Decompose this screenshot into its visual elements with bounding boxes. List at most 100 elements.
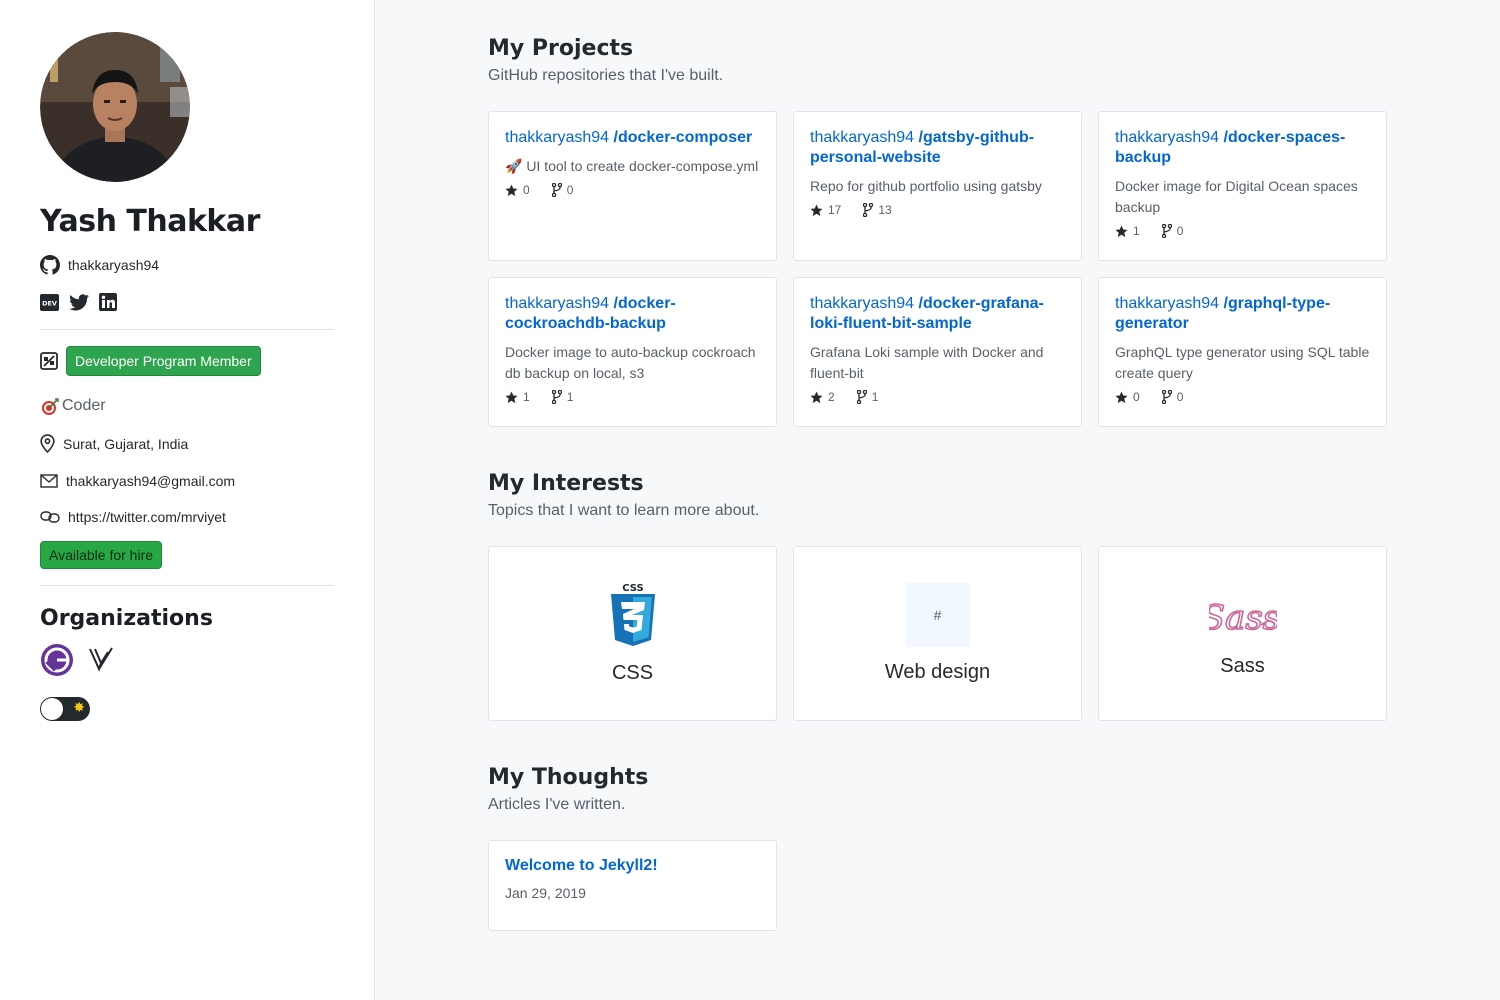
repo-meta: 0 0 <box>505 183 760 197</box>
twitter-icon[interactable] <box>69 293 89 311</box>
repo-title-link[interactable]: thakkaryash94 /docker-composer <box>505 128 760 148</box>
star-count: 1 <box>1133 224 1140 238</box>
repo-meta: 1 0 <box>1115 224 1370 238</box>
star-icon <box>1115 224 1128 237</box>
location-row: Surat, Gujarat, India <box>40 434 334 453</box>
repo-card[interactable]: thakkaryash94 /docker-composer 🚀 UI tool… <box>488 111 777 261</box>
repo-meta: 0 0 <box>1115 390 1370 404</box>
repo-forks: 0 <box>551 183 574 197</box>
repo-stars: 17 <box>810 203 841 217</box>
repo-owner: thakkaryash94 <box>810 295 915 312</box>
gatsby-logo[interactable] <box>40 643 74 677</box>
repo-description: Grafana Loki sample with Docker and flue… <box>810 344 1044 381</box>
repo-forks: 13 <box>863 203 892 217</box>
location-pin-icon <box>40 434 55 453</box>
dev-icon[interactable]: DEV <box>40 293 59 311</box>
repo-title-link[interactable]: thakkaryash94 /docker-spaces-backup <box>1115 128 1370 168</box>
star-icon <box>1115 390 1128 403</box>
star-icon <box>505 183 518 196</box>
css3-icon: CSS <box>610 583 655 646</box>
repo-stars: 1 <box>1115 224 1140 238</box>
sun-icon: ✸ <box>73 699 85 715</box>
thoughts-title: My Thoughts <box>488 765 649 790</box>
star-count: 17 <box>828 203 842 217</box>
profile-sidebar: Yash Thakkar thakkaryash94 DEV Developer… <box>0 0 375 1000</box>
repo-meta: 2 1 <box>810 390 1065 404</box>
developer-program-badge: Developer Program Member <box>66 346 261 376</box>
email-row[interactable]: thakkaryash94@gmail.com <box>40 473 334 489</box>
vercel-logo[interactable] <box>88 646 114 674</box>
repo-owner: thakkaryash94 <box>505 295 610 312</box>
svg-text:CSS: CSS <box>622 583 643 594</box>
fork-count: 1 <box>566 390 574 404</box>
website-row[interactable]: https://twitter.com/mrviyet <box>40 509 334 525</box>
star-count: 2 <box>828 390 835 404</box>
repo-title-link[interactable]: thakkaryash94 /docker-cockroachdb-backup <box>505 294 760 334</box>
repo-title-link[interactable]: thakkaryash94 /gatsby-github-personal-we… <box>810 128 1065 168</box>
theme-toggle[interactable]: ✸ <box>40 697 90 721</box>
interest-card[interactable]: Sass Sass <box>1098 546 1387 721</box>
repo-owner: thakkaryash94 <box>810 129 915 146</box>
interest-card[interactable]: CSS CSS <box>488 546 777 721</box>
location-text: Surat, Gujarat, India <box>63 435 189 452</box>
fork-icon <box>551 390 562 404</box>
repo-card[interactable]: thakkaryash94 /docker-spaces-backup Dock… <box>1098 111 1387 261</box>
developer-program-icon <box>40 352 58 370</box>
sidebar-divider <box>40 585 334 586</box>
fork-count: 0 <box>1176 224 1184 238</box>
fork-count: 1 <box>871 390 879 404</box>
post-title-link[interactable]: Welcome to Jekyll2! <box>505 857 760 875</box>
sass-icon: Sass <box>1209 597 1277 639</box>
star-icon <box>505 390 518 403</box>
repo-stars: 2 <box>810 390 835 404</box>
interest-card[interactable]: # Web design <box>793 546 1082 721</box>
interest-label: Web design <box>884 661 991 683</box>
repo-title-link[interactable]: thakkaryash94 /docker-grafana-loki-fluen… <box>810 294 1065 334</box>
link-icon <box>40 511 60 523</box>
post-card[interactable]: Welcome to Jekyll2! Jan 29, 2019 <box>488 840 777 931</box>
linkedin-icon[interactable] <box>99 293 117 311</box>
star-count: 1 <box>523 390 530 404</box>
email-link[interactable]: thakkaryash94@gmail.com <box>66 473 235 489</box>
repo-card[interactable]: thakkaryash94 /graphql-type-generator Gr… <box>1098 277 1387 427</box>
interest-label: CSS <box>611 662 654 684</box>
repo-card[interactable]: thakkaryash94 /docker-cockroachdb-backup… <box>488 277 777 427</box>
target-icon <box>42 398 59 415</box>
repo-name: /docker-composer <box>613 129 753 146</box>
bio-text: Coder <box>62 397 106 414</box>
sidebar-divider <box>40 329 334 330</box>
repo-description: Repo for github portfolio using gatsby <box>810 178 1042 194</box>
repo-description: Docker image to auto-backup cockroach db… <box>505 344 756 381</box>
repo-owner: thakkaryash94 <box>1115 129 1220 146</box>
fork-count: 13 <box>878 203 892 217</box>
fork-icon <box>1161 224 1172 238</box>
svg-text:Sass: Sass <box>1209 598 1277 638</box>
main-content: My Projects GitHub repositories that I'v… <box>488 0 1388 931</box>
repo-title-link[interactable]: thakkaryash94 /graphql-type-generator <box>1115 294 1370 334</box>
star-icon <box>810 203 823 216</box>
repo-forks: 0 <box>1161 224 1184 238</box>
website-link[interactable]: https://twitter.com/mrviyet <box>68 509 226 525</box>
svg-text:DEV: DEV <box>42 299 57 307</box>
organizations-list <box>40 643 334 677</box>
toggle-knob <box>41 698 63 720</box>
fork-count: 0 <box>566 183 574 197</box>
projects-subtitle: GitHub repositories that I've built. <box>488 67 724 84</box>
mail-icon <box>40 474 58 488</box>
repo-forks: 1 <box>551 390 574 404</box>
fork-icon <box>856 390 867 404</box>
fork-icon <box>863 203 874 217</box>
organizations-title: Organizations <box>40 606 213 631</box>
interests-subtitle: Topics that I want to learn more about. <box>488 502 760 519</box>
repo-stars: 0 <box>1115 390 1140 404</box>
fork-icon <box>551 183 562 197</box>
bio-row: Coder <box>40 396 334 416</box>
fork-icon <box>1161 390 1172 404</box>
projects-title: My Projects <box>488 36 634 61</box>
repo-card[interactable]: thakkaryash94 /gatsby-github-personal-we… <box>793 111 1082 261</box>
repo-card[interactable]: thakkaryash94 /docker-grafana-loki-fluen… <box>793 277 1082 427</box>
interests-section: My Interests Topics that I want to learn… <box>488 471 1388 721</box>
hashtag-icon: # <box>905 583 970 647</box>
github-username-row[interactable]: thakkaryash94 <box>40 255 334 275</box>
profile-name: Yash Thakkar <box>40 204 260 239</box>
